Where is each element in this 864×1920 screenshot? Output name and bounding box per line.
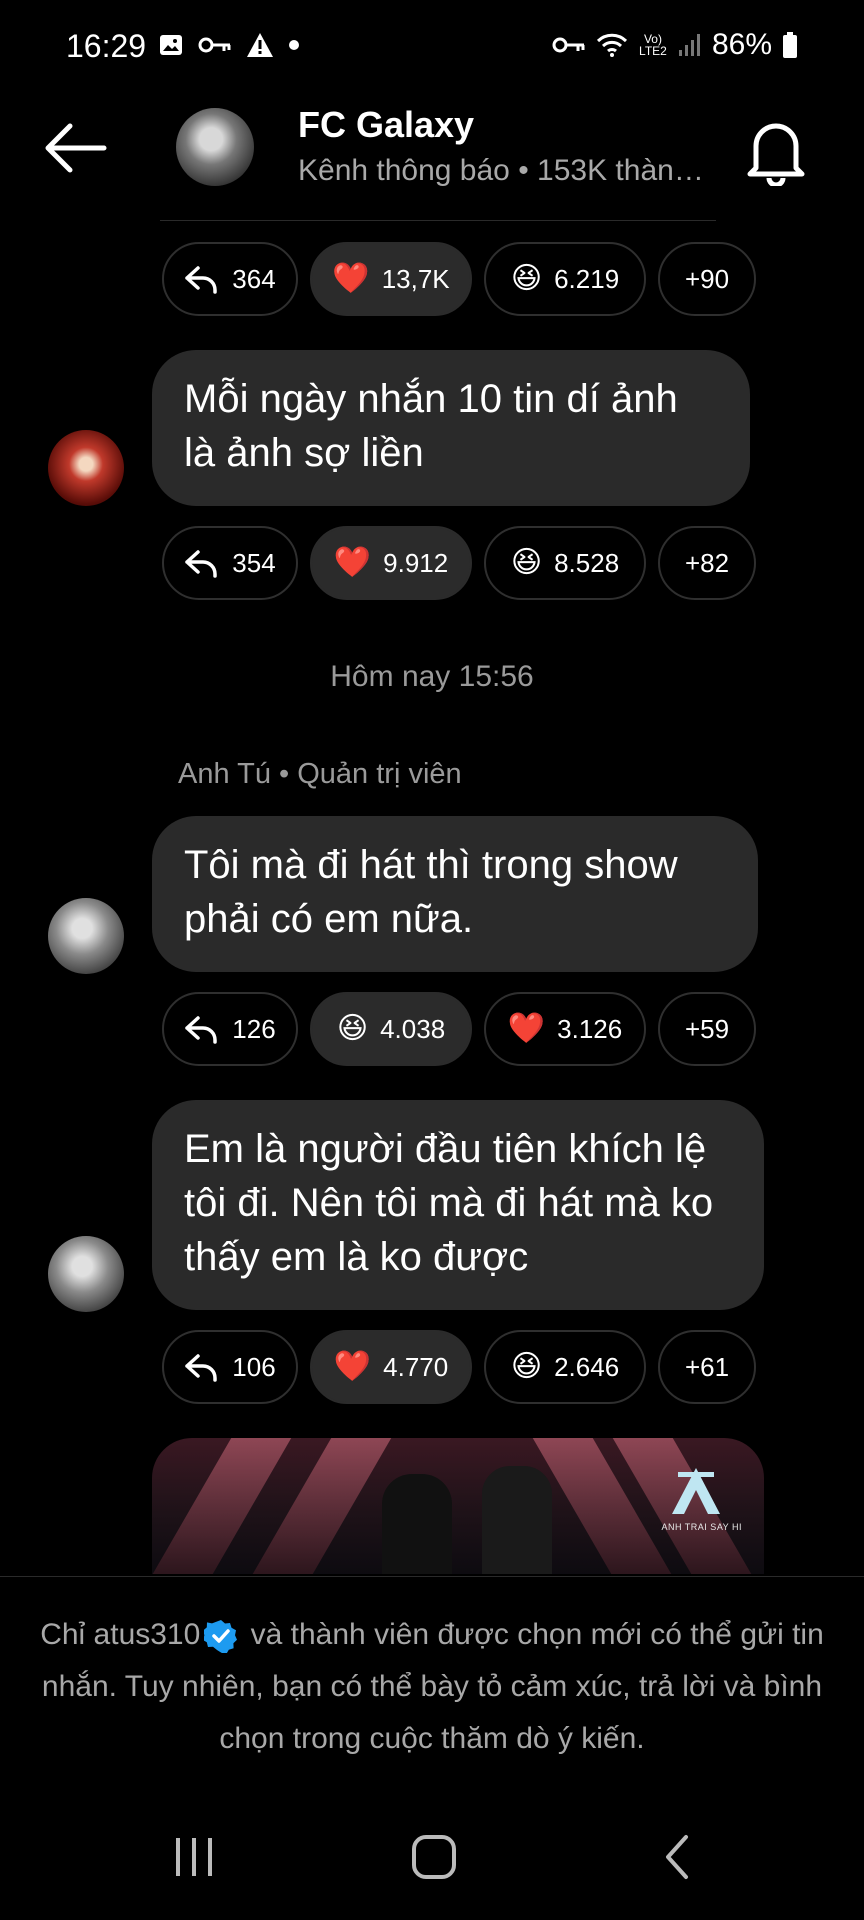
laugh-emoji-icon: 😆	[510, 1350, 543, 1383]
reaction-count: 9.912	[383, 547, 449, 578]
key-status-icon	[552, 37, 585, 53]
reaction-row: 106 ❤️ 4.770 😆 2.646 +61	[162, 1330, 756, 1404]
more-reactions[interactable]: +90	[658, 242, 756, 316]
reaction-row: 354 ❤️ 9.912 😆 8.528 +82	[162, 526, 756, 600]
reply-count: 126	[232, 1013, 276, 1044]
notice-text: Chỉ atus310 và thành viên được chọn mới …	[30, 1609, 834, 1765]
more-count: +82	[684, 547, 730, 578]
status-bar: 16:29 Vo) LTE2 86%	[0, 0, 864, 96]
channel-subtitle[interactable]: Kênh thông báo • 153K thành viên	[298, 154, 708, 188]
laugh-emoji-icon: 😆	[336, 1012, 369, 1045]
more-reactions[interactable]: +82	[658, 526, 756, 600]
message-bubble[interactable]: Tôi mà đi hát thì trong show phải có em …	[152, 816, 758, 972]
reply-count: 106	[232, 1351, 276, 1382]
laugh-reaction[interactable]: 😆 4.038	[310, 992, 472, 1066]
reply-button[interactable]: 126	[162, 992, 298, 1066]
heart-reaction[interactable]: ❤️ 9.912	[310, 526, 472, 600]
reply-icon	[185, 266, 218, 294]
more-count: +59	[684, 1013, 730, 1044]
date-separator: Hôm nay 15:56	[330, 660, 534, 693]
reaction-row: 364 ❤️ 13,7K 😆 6.219 +90	[162, 242, 756, 316]
reply-icon	[185, 1354, 218, 1382]
reply-icon	[185, 550, 218, 578]
notice-prefix: Chỉ	[40, 1618, 94, 1651]
gallery-icon	[160, 35, 182, 55]
show-logo-icon	[672, 1468, 720, 1514]
sender-avatar[interactable]	[48, 1236, 124, 1312]
message-text: Tôi mà đi hát thì trong show phải có em …	[184, 843, 678, 941]
reply-button[interactable]: 364	[162, 242, 298, 316]
reaction-count: 2.646	[554, 1351, 620, 1382]
laugh-reaction[interactable]: 😆 2.646	[484, 1330, 646, 1404]
warning-icon	[247, 33, 273, 57]
reaction-count: 6.219	[554, 263, 620, 294]
heart-emoji-icon: ❤️	[332, 262, 370, 295]
network-label: Vo) LTE2	[639, 32, 667, 58]
back-arrow-icon[interactable]	[40, 118, 110, 178]
laugh-reaction[interactable]: 😆 6.219	[484, 242, 646, 316]
reply-button[interactable]: 354	[162, 526, 298, 600]
reaction-count: 8.528	[554, 547, 620, 578]
dot-icon	[289, 40, 299, 50]
verified-badge-icon	[204, 1620, 238, 1654]
back-nav-icon[interactable]	[648, 1832, 708, 1882]
signal-icon	[678, 34, 700, 56]
heart-emoji-icon: ❤️	[333, 546, 372, 579]
more-count: +90	[684, 263, 730, 294]
sender-avatar[interactable]	[48, 430, 124, 506]
reaction-row: 126 😆 4.038 ❤️ 3.126 +59	[162, 992, 756, 1066]
reaction-count: 3.126	[557, 1013, 623, 1044]
performer-silhouette	[382, 1474, 452, 1574]
reaction-count: 4.770	[383, 1351, 449, 1382]
header-divider	[160, 220, 716, 221]
reply-icon	[185, 1016, 218, 1044]
restriction-notice: Chỉ atus310 và thành viên được chọn mới …	[0, 1576, 864, 1789]
channel-header: FC Galaxy Kênh thông báo • 153K thành vi…	[0, 96, 864, 222]
channel-title[interactable]: FC Galaxy	[298, 104, 474, 146]
message-text: Em là người đầu tiên khích lệ tôi đi. Nê…	[184, 1127, 714, 1279]
show-logo-text: ANH TRAI SAY HI	[661, 1522, 742, 1532]
heart-reaction[interactable]: ❤️ 13,7K	[310, 242, 472, 316]
key-icon	[198, 37, 231, 53]
message-text: Mỗi ngày nhắn 10 tin dí ảnh là ảnh sợ li…	[184, 377, 678, 475]
more-reactions[interactable]: +59	[658, 992, 756, 1066]
more-reactions[interactable]: +61	[658, 1330, 756, 1404]
battery-percent: 86%	[711, 28, 772, 61]
heart-emoji-icon: ❤️	[333, 1350, 372, 1383]
laugh-reaction[interactable]: 😆 8.528	[484, 526, 646, 600]
wifi-icon	[596, 33, 628, 57]
reply-button[interactable]: 106	[162, 1330, 298, 1404]
recent-apps-icon[interactable]	[164, 1832, 224, 1882]
reply-count: 364	[232, 263, 276, 294]
bell-icon[interactable]	[742, 116, 810, 186]
sender-label: Anh Tú • Quản trị viên	[178, 758, 462, 790]
admin-username[interactable]: atus310	[94, 1618, 201, 1651]
reaction-count: 13,7K	[381, 263, 450, 294]
heart-emoji-icon: ❤️	[507, 1012, 546, 1045]
message-bubble[interactable]: Em là người đầu tiên khích lệ tôi đi. Nê…	[152, 1100, 764, 1310]
home-icon[interactable]	[404, 1832, 464, 1882]
laugh-emoji-icon: 😆	[510, 262, 543, 295]
image-message[interactable]: ANH TRAI SAY HI	[152, 1438, 764, 1574]
performer-silhouette	[482, 1466, 552, 1574]
status-time: 16:29	[66, 28, 147, 64]
heart-reaction[interactable]: ❤️ 4.770	[310, 1330, 472, 1404]
sender-avatar[interactable]	[48, 898, 124, 974]
channel-avatar[interactable]	[176, 108, 254, 186]
heart-reaction[interactable]: ❤️ 3.126	[484, 992, 646, 1066]
more-count: +61	[684, 1351, 730, 1382]
system-nav-bar	[0, 1788, 864, 1920]
laugh-emoji-icon: 😆	[510, 546, 543, 579]
reaction-count: 4.038	[380, 1013, 446, 1044]
battery-icon	[783, 32, 797, 58]
message-bubble[interactable]: Mỗi ngày nhắn 10 tin dí ảnh là ảnh sợ li…	[152, 350, 750, 506]
reply-count: 354	[232, 547, 276, 578]
